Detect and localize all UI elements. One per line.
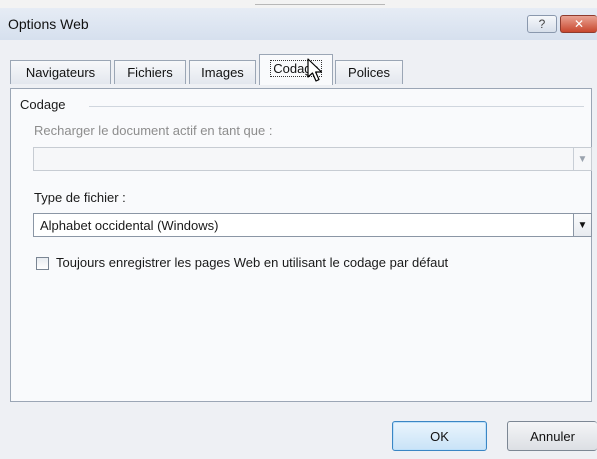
cancel-button-label: Annuler: [530, 428, 575, 444]
always-save-default-label[interactable]: Toujours enregistrer les pages Web en ut…: [56, 255, 448, 270]
tab-strip: Navigateurs Fichiers Images Codage Polic…: [10, 54, 590, 85]
chevron-down-icon[interactable]: ▼: [573, 214, 591, 236]
help-button[interactable]: ?: [527, 15, 557, 33]
ok-button-label: OK: [430, 428, 449, 444]
help-icon: ?: [538, 17, 546, 31]
group-divider: [89, 106, 584, 107]
tab-label: Navigateurs: [25, 65, 96, 80]
file-type-label: Type de fichier :: [34, 190, 126, 205]
chevron-down-icon[interactable]: ▼: [573, 148, 591, 170]
close-icon: ✕: [573, 17, 585, 31]
title-bar[interactable]: Options Web ? ✕: [0, 8, 597, 40]
background-window-edge: [255, 0, 385, 5]
dialog-title: Options Web: [8, 16, 89, 32]
options-web-dialog: Options Web ? ✕ Navigateurs Fichiers Ima…: [0, 8, 597, 459]
tab-label: Fichiers: [127, 65, 173, 80]
tab-label: Polices: [348, 65, 390, 80]
codage-panel: Codage Recharger le document actif en ta…: [10, 88, 592, 402]
tab-fichiers[interactable]: Fichiers: [114, 60, 186, 84]
tab-navigateurs[interactable]: Navigateurs: [10, 60, 111, 84]
group-label: Codage: [20, 97, 66, 112]
close-button[interactable]: ✕: [560, 15, 597, 33]
reload-encoding-label: Recharger le document actif en tant que …: [34, 123, 273, 138]
tab-polices[interactable]: Polices: [335, 60, 403, 84]
file-type-value: Alphabet occidental (Windows): [40, 218, 219, 233]
cancel-button[interactable]: Annuler: [507, 421, 597, 451]
reload-encoding-select[interactable]: ▼: [33, 147, 592, 171]
ok-button[interactable]: OK: [392, 421, 487, 451]
tab-label: Images: [201, 65, 244, 80]
mouse-pointer-icon: [307, 58, 323, 82]
always-save-default-checkbox[interactable]: [36, 257, 49, 270]
file-type-select[interactable]: Alphabet occidental (Windows) ▼: [33, 213, 592, 237]
tab-images[interactable]: Images: [189, 60, 256, 84]
